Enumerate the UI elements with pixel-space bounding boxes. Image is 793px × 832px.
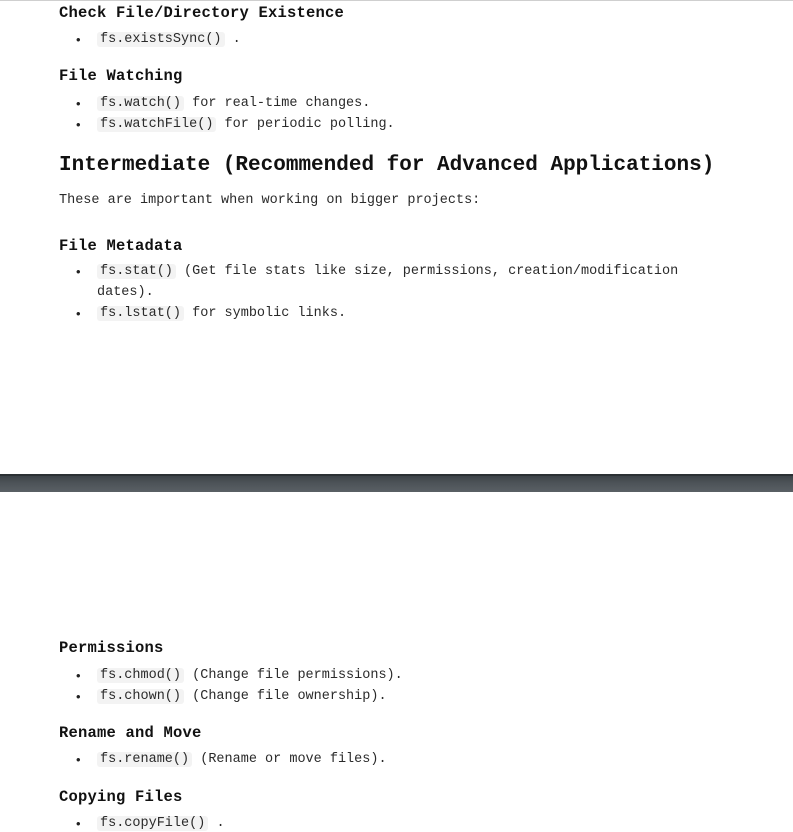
list-item: • fs.lstat() for symbolic links. (59, 303, 697, 324)
bullet-list: • fs.copyFile() . (59, 813, 793, 832)
section-heading: Copying Files (59, 788, 183, 806)
bullet-icon: • (76, 668, 81, 683)
section-check-existence: Check File/Directory Existence • fs.exist… (59, 3, 793, 50)
item-text: (Rename or move files). (200, 752, 387, 767)
code-span: fs.copyFile() (97, 816, 209, 831)
section-copying-files: Copying Files • fs.copyFile() . (59, 787, 793, 832)
bullet-icon: • (76, 32, 81, 47)
code-span: fs.lstat() (97, 306, 185, 321)
item-text: . (232, 32, 241, 47)
code-span: fs.watch() (97, 96, 185, 111)
section-intermediate: Intermediate (Recommended for Advanced A… (59, 153, 793, 211)
bullet-icon: • (76, 816, 81, 831)
section-file-watching: File Watching • fs.watch() for real-time … (59, 66, 793, 135)
code-span: fs.chown() (97, 689, 185, 704)
list-item: • fs.watchFile() for periodic polling. (59, 114, 697, 135)
bullet-icon: • (76, 264, 81, 279)
list-item: • fs.chown() (Change file ownership). (59, 686, 697, 707)
section-title: Intermediate (Recommended for Advanced A… (59, 154, 715, 177)
list-item: • fs.rename() (Rename or move files). (59, 749, 697, 770)
code-span: fs.stat() (97, 264, 176, 279)
code-span: fs.existsSync() (97, 32, 225, 47)
item-text: for real-time changes. (192, 96, 371, 111)
list-item: • fs.existsSync() . (59, 29, 697, 50)
bullet-icon: • (76, 96, 81, 111)
page-separator (0, 474, 793, 492)
code-span: fs.watchFile() (97, 117, 217, 132)
item-text: (Change file ownership). (192, 689, 387, 704)
section-heading: Rename and Move (59, 724, 202, 742)
code-span: fs.rename() (97, 752, 193, 767)
section-file-metadata: File Metadata • fs.stat() (Get file stats… (59, 236, 793, 324)
section-rename-move: Rename and Move • fs.rename() (Rename or … (59, 723, 793, 770)
document-page-2: Permissions • fs.chmod() (Change file per… (0, 492, 793, 832)
list-item: • fs.copyFile() . (59, 813, 697, 832)
bullet-list: • fs.existsSync() . (59, 29, 793, 50)
code-span: fs.chmod() (97, 668, 185, 683)
intro-paragraph: These are important when working on bigg… (59, 193, 481, 208)
bullet-icon: • (76, 117, 81, 132)
bullet-icon: • (76, 689, 81, 704)
item-text-continued: dates). (97, 285, 154, 300)
section-heading: File Watching (59, 67, 183, 85)
item-text: for periodic polling. (224, 117, 395, 132)
bullet-icon: • (76, 306, 81, 321)
item-text: (Get file stats like size, permissions, … (184, 264, 679, 279)
section-heading: File Metadata (59, 237, 183, 255)
bullet-list: • fs.stat() (Get file stats like size, pe… (59, 261, 793, 324)
bullet-list: • fs.chmod() (Change file permissions). •… (59, 665, 793, 707)
item-text: for symbolic links. (192, 306, 347, 321)
list-item: • fs.watch() for real-time changes. (59, 93, 697, 114)
section-heading: Check File/Directory Existence (59, 4, 345, 22)
item-text: . (216, 816, 225, 831)
document-page-1: Check File/Directory Existence • fs.exist… (0, 0, 793, 474)
section-permissions: Permissions • fs.chmod() (Change file per… (59, 638, 793, 707)
item-text: (Change file permissions). (192, 668, 403, 683)
bullet-list: • fs.rename() (Rename or move files). (59, 749, 793, 770)
bullet-list: • fs.watch() for real-time changes. • fs.w… (59, 93, 793, 135)
list-item: • fs.stat() (Get file stats like size, pe… (59, 261, 697, 303)
bullet-icon: • (76, 752, 81, 767)
list-item: • fs.chmod() (Change file permissions). (59, 665, 697, 686)
section-heading: Permissions (59, 639, 164, 657)
